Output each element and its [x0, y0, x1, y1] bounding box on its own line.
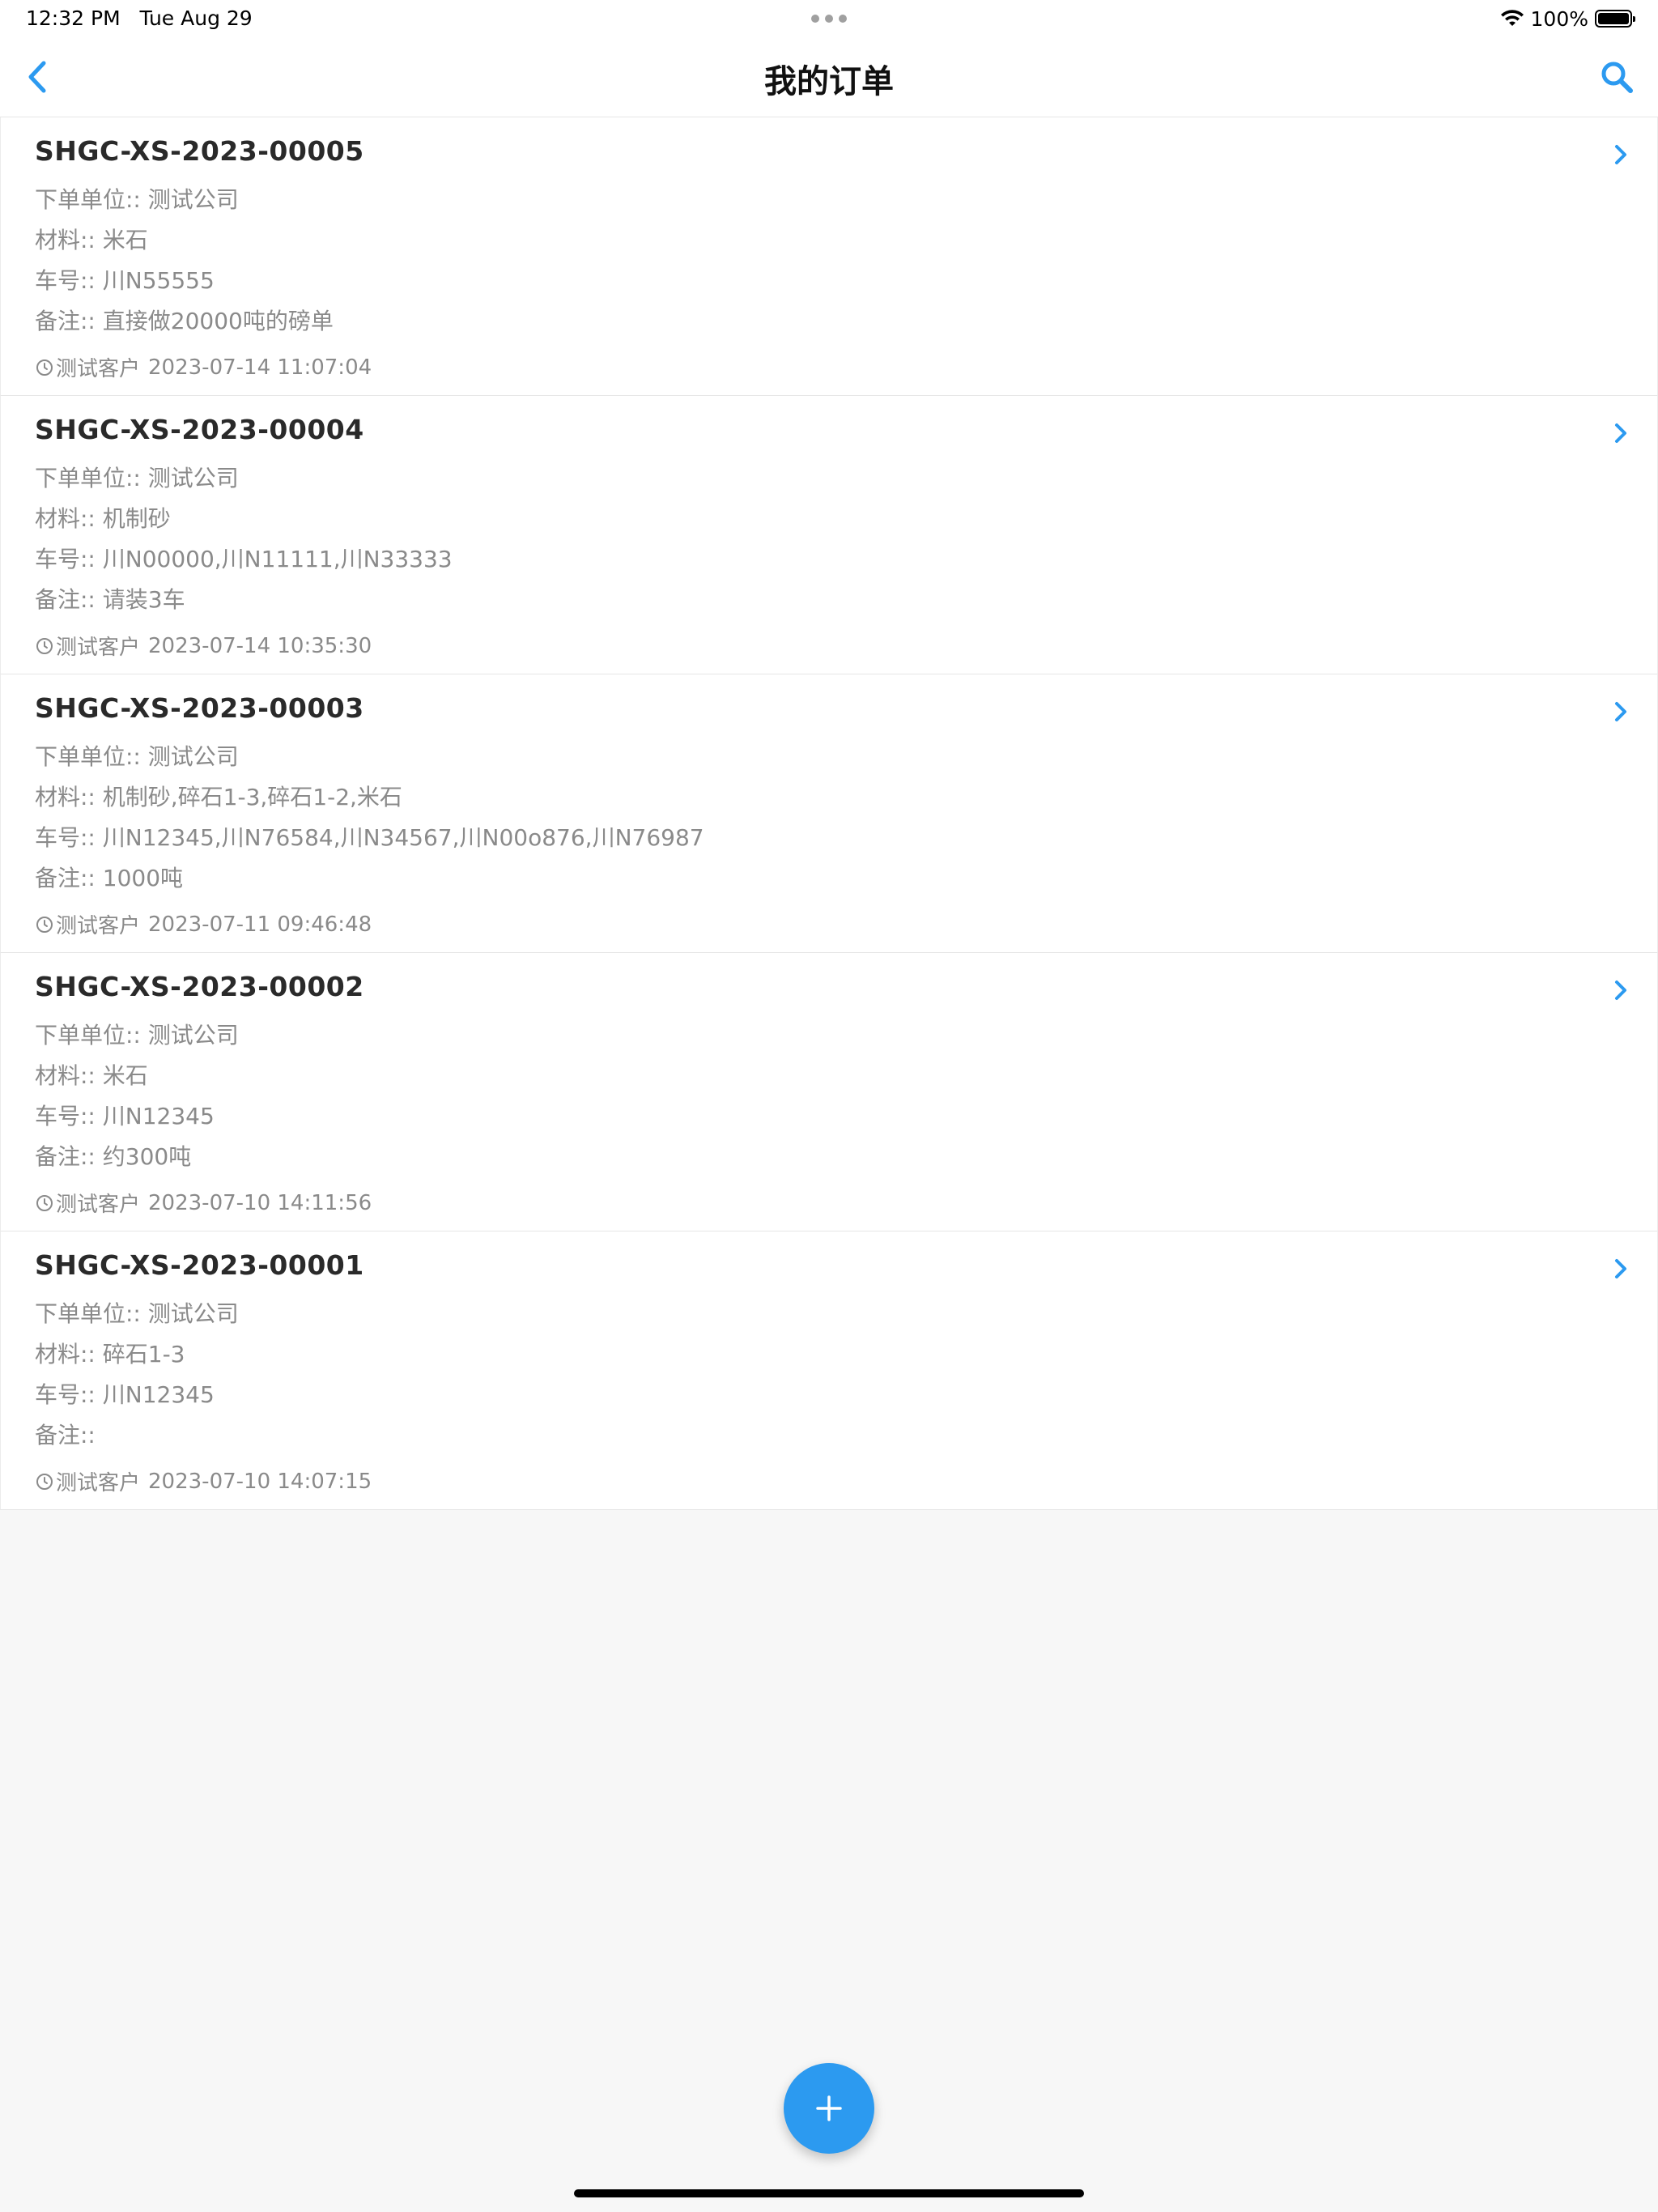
battery-percent: 100%: [1530, 6, 1588, 31]
order-number: SHGC-XS-2023-00001: [35, 1249, 364, 1281]
plus-icon: [816, 2095, 842, 2121]
order-company: 下单单位:: 测试公司: [35, 1300, 239, 1327]
order-remark: 备注::: [35, 1422, 96, 1448]
clock-icon: [36, 1473, 53, 1490]
order-remark: 备注:: 请装3车: [35, 586, 185, 613]
chevron-right-icon: [1615, 145, 1626, 164]
clock-icon: [36, 916, 53, 933]
clock-icon: [36, 359, 53, 376]
order-card[interactable]: SHGC-XS-2023-00004 下单单位:: 测试公司 材料:: 机制砂 …: [0, 396, 1658, 674]
multitasking-dots-icon[interactable]: [811, 15, 847, 23]
order-time: 2023-07-10 14:07:15: [148, 1469, 372, 1494]
order-material: 材料:: 机制砂,碎石1-3,碎石1-2,米石: [35, 784, 402, 810]
battery-fill: [1598, 13, 1629, 24]
order-customer: 测试客户: [56, 1193, 141, 1217]
order-customer: 测试客户: [56, 357, 141, 381]
order-number: SHGC-XS-2023-00003: [35, 692, 364, 724]
chevron-right-icon: [1615, 981, 1626, 1000]
navigation-bar: 我的订单: [0, 37, 1658, 117]
order-card[interactable]: SHGC-XS-2023-00003 下单单位:: 测试公司 材料:: 机制砂,…: [0, 674, 1658, 953]
wifi-icon: [1500, 10, 1524, 26]
clock-icon: [36, 637, 53, 654]
order-vehicle: 车号:: 川N55555: [35, 267, 215, 294]
order-meta: 测试客户 2023-07-10 14:11:56: [35, 1188, 372, 1218]
order-material: 材料:: 米石: [35, 1062, 148, 1089]
status-indicators: 100%: [1500, 5, 1635, 32]
order-company: 下单单位:: 测试公司: [35, 465, 239, 491]
chevron-right-icon: [1615, 423, 1626, 443]
order-material: 材料:: 碎石1-3: [35, 1341, 185, 1368]
order-company: 下单单位:: 测试公司: [35, 186, 239, 213]
add-order-button[interactable]: [784, 2063, 874, 2154]
order-vehicle: 车号:: 川N12345: [35, 1103, 215, 1129]
status-date: Tue Aug 29: [139, 6, 253, 30]
order-customer: 测试客户: [56, 1471, 141, 1495]
order-time: 2023-07-14 11:07:04: [148, 355, 372, 380]
clock-icon: [36, 1194, 53, 1211]
order-meta: 测试客户 2023-07-11 09:46:48: [35, 909, 372, 939]
order-remark: 备注:: 约300吨: [35, 1143, 192, 1170]
order-company: 下单单位:: 测试公司: [35, 743, 239, 770]
order-vehicle: 车号:: 川N12345: [35, 1381, 215, 1408]
order-meta: 测试客户 2023-07-10 14:07:15: [35, 1466, 372, 1496]
order-number: SHGC-XS-2023-00004: [35, 414, 364, 445]
page-title: 我的订单: [764, 63, 894, 100]
order-material: 材料:: 米石: [35, 227, 148, 253]
order-number: SHGC-XS-2023-00005: [35, 135, 364, 167]
order-customer: 测试客户: [56, 636, 141, 660]
order-material: 材料:: 机制砂: [35, 505, 171, 532]
battery-icon: [1595, 10, 1635, 28]
order-customer: 测试客户: [56, 914, 141, 938]
search-icon[interactable]: [1596, 57, 1637, 97]
order-list: SHGC-XS-2023-00005 下单单位:: 测试公司 材料:: 米石 车…: [0, 117, 1658, 1510]
order-remark: 备注:: 直接做20000吨的磅单: [35, 308, 334, 334]
chevron-right-icon: [1615, 1259, 1626, 1278]
status-clock: 12:32 PM: [26, 6, 121, 30]
status-time: 12:32 PM Tue Aug 29: [26, 6, 253, 30]
order-card[interactable]: SHGC-XS-2023-00002 下单单位:: 测试公司 材料:: 米石 车…: [0, 953, 1658, 1231]
order-meta: 测试客户 2023-07-14 10:35:30: [35, 631, 372, 661]
order-number: SHGC-XS-2023-00002: [35, 971, 364, 1002]
order-vehicle: 车号:: 川N12345,川N76584,川N34567,川N00o876,川N…: [35, 824, 704, 851]
order-time: 2023-07-10 14:11:56: [148, 1190, 372, 1215]
order-card[interactable]: SHGC-XS-2023-00005 下单单位:: 测试公司 材料:: 米石 车…: [0, 117, 1658, 396]
order-card[interactable]: SHGC-XS-2023-00001 下单单位:: 测试公司 材料:: 碎石1-…: [0, 1231, 1658, 1510]
order-company: 下单单位:: 测试公司: [35, 1022, 239, 1049]
home-indicator[interactable]: [574, 2189, 1084, 2197]
order-time: 2023-07-11 09:46:48: [148, 912, 372, 937]
order-time: 2023-07-14 10:35:30: [148, 633, 372, 658]
order-vehicle: 车号:: 川N00000,川N11111,川N33333: [35, 546, 453, 572]
status-bar: 12:32 PM Tue Aug 29 100%: [0, 0, 1658, 37]
order-meta: 测试客户 2023-07-14 11:07:04: [35, 352, 372, 382]
chevron-right-icon: [1615, 702, 1626, 721]
order-remark: 备注:: 1000吨: [35, 865, 184, 891]
